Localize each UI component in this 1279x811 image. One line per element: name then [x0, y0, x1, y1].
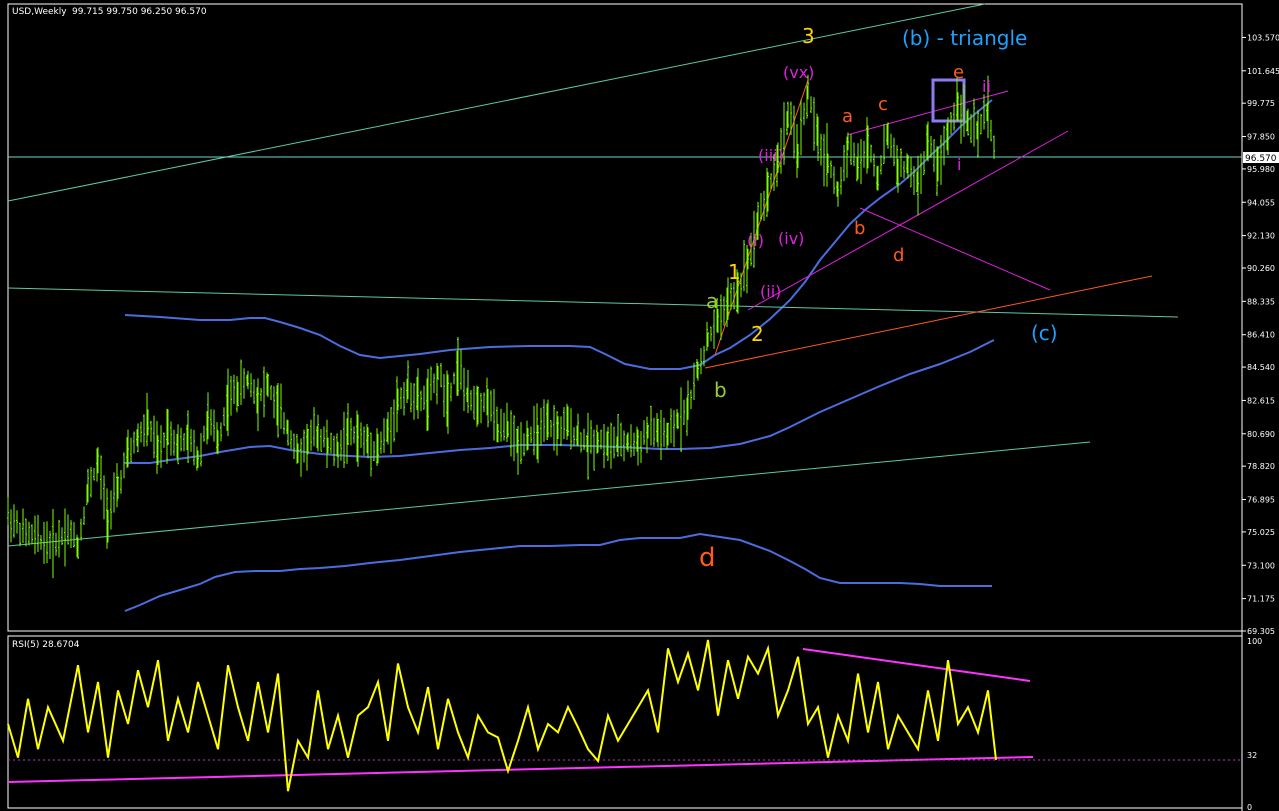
triangle-down-line [859, 207, 1051, 291]
rsi-line [7, 639, 997, 792]
wave-label-b-green: b [714, 378, 727, 402]
price-axis-tick-label: 97.850 [1247, 133, 1275, 142]
price-axis-tick-label: 82.615 [1247, 396, 1275, 405]
price-axis: 103.570 101.645 99.775 97.850 95.980 94.055 92… [1242, 33, 1279, 636]
wave-label-c-blue: (c) [1031, 321, 1058, 345]
price-axis-tick-label: 71.175 [1247, 595, 1275, 604]
wave-label-e-orange: e [953, 62, 964, 83]
price-series [7, 74, 995, 579]
rsi-panel-frame [7, 635, 1243, 809]
price-axis-tick-label: 94.055 [1247, 198, 1275, 207]
ohlc-readout: 99.715 99.750 96.250 96.570 [72, 7, 207, 17]
rsi-support-line [7, 756, 1034, 783]
overlays [7, 3, 1242, 783]
wave-label-iv: (iv) [778, 229, 804, 248]
price-axis-tick-label: 75.025 [1247, 528, 1275, 537]
price-axis-tick-label: 101.645 [1247, 67, 1279, 76]
price-axis-tick-label: 76.895 [1247, 496, 1275, 505]
wave-label-i-small: i [957, 155, 961, 174]
price-axis-tick-label: 95.980 [1247, 165, 1275, 174]
price-axis-tick-label: 92.130 [1247, 232, 1275, 241]
main-chart-frame [7, 3, 1243, 632]
wave-label-vx: (vx) [783, 63, 814, 82]
wave-label-a-green: a [706, 289, 718, 313]
rsi-axis: 100 32 0 [1247, 637, 1262, 811]
rsi-resistance-line [802, 648, 1031, 682]
rsi-axis-tick-label: 32 [1247, 751, 1257, 760]
price-axis-tick-label: 80.690 [1247, 430, 1275, 439]
price-axis-tick-label: 69.305 [1247, 627, 1275, 636]
lower-envelope-band [124, 532, 992, 612]
rsi-title: RSI(5) 28.6704 [12, 640, 80, 650]
price-axis-tick-label: 88.335 [1247, 297, 1275, 306]
wave-label-a-orange: a [842, 106, 853, 127]
price-axis-tick-label: 86.410 [1247, 331, 1275, 340]
wave-label-ii-small: ii [982, 77, 991, 96]
price-axis-tick-label: 73.100 [1247, 561, 1275, 570]
wave-label-iii: (iii) [758, 146, 784, 165]
wave-label-1: 1 [728, 260, 741, 284]
price-axis-tick-label: 84.540 [1247, 363, 1275, 372]
price-axis-tick-label: 99.775 [1247, 99, 1275, 108]
wave-label-3: 3 [802, 24, 815, 48]
wave-label-c-orange: c [878, 94, 888, 115]
channel-lower-line [7, 441, 1091, 547]
chart-canvas[interactable]: 103.570 101.645 99.775 97.850 95.980 94.055 92… [0, 0, 1279, 811]
channel-mid-line [7, 287, 1179, 318]
moving-average-line [125, 339, 995, 464]
channel-upper-line [7, 3, 986, 202]
b-triangle-label: (b) - triangle [902, 26, 1027, 50]
rsi-axis-tick-label: 100 [1247, 637, 1262, 646]
current-price-value: 96.570 [1245, 154, 1277, 164]
highlight-box [931, 78, 966, 123]
wave-label-b-orange: b [854, 218, 865, 239]
price-axis-tick-label: 90.260 [1247, 264, 1275, 273]
wave-label-d-big: d [699, 543, 716, 573]
wave-label-d-orange: d [893, 245, 904, 266]
wave-label-i-paren: (i) [747, 231, 764, 250]
price-axis-tick-label: 78.820 [1247, 462, 1275, 471]
rsi-series [7, 639, 997, 792]
price-axis-tick-label: 103.570 [1247, 33, 1279, 42]
wave-label-2: 2 [751, 322, 764, 346]
wave-label-ii-paren: (ii) [760, 282, 781, 301]
rsi-axis-tick-label: 0 [1247, 803, 1252, 811]
chart-title: USD,Weekly [12, 7, 67, 17]
